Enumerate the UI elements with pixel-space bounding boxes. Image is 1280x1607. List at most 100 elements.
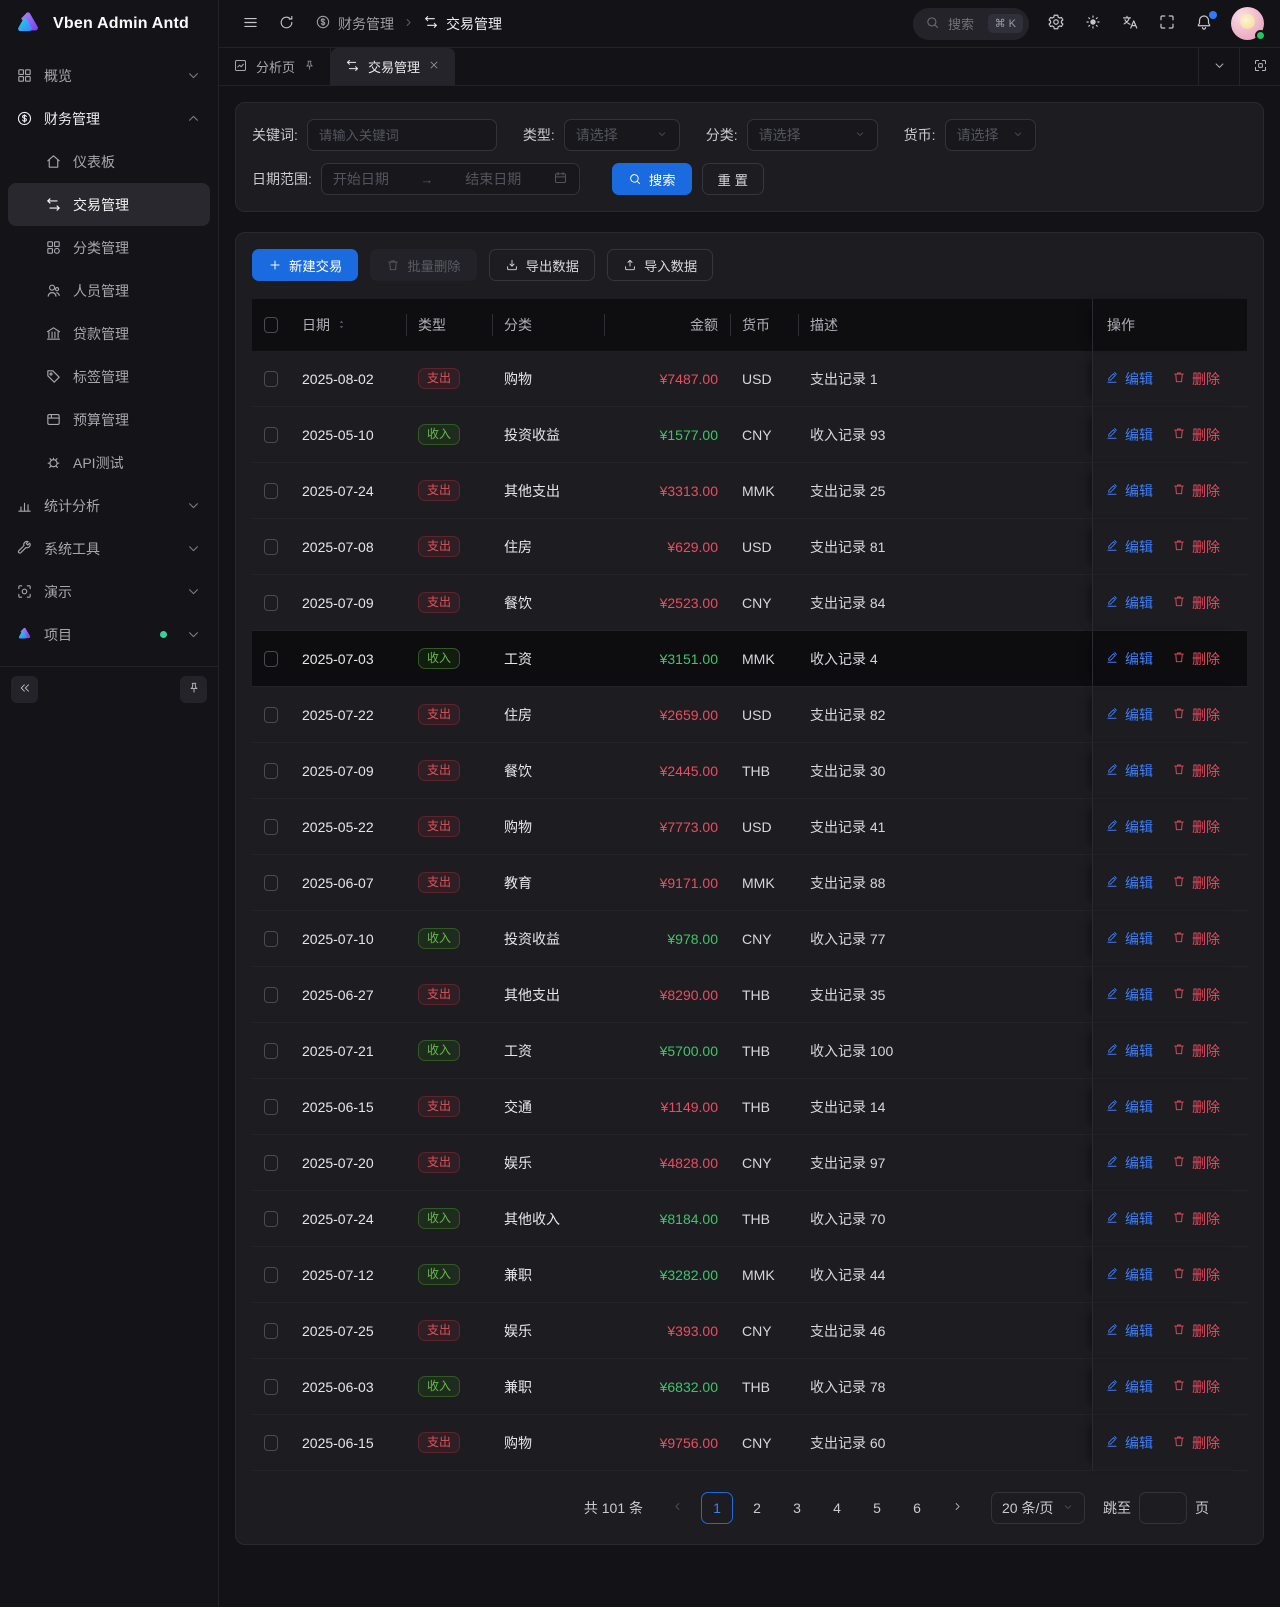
delete-button[interactable]: 删除 [1172,1321,1220,1341]
sidebar-toggle-button[interactable] [235,9,265,39]
delete-button[interactable]: 删除 [1172,369,1220,389]
delete-button[interactable]: 删除 [1172,1265,1220,1285]
table-row[interactable]: 2025-07-08支出住房¥629.00USD支出记录 81编辑删除 [252,519,1247,575]
pagination-page-2[interactable]: 2 [741,1492,773,1524]
breadcrumb-transactions[interactable]: 交易管理 [423,14,502,34]
close-icon[interactable] [428,59,440,74]
logo-row[interactable]: Vben Admin Antd [0,0,218,48]
row-checkbox[interactable] [264,539,278,555]
row-checkbox[interactable] [264,1155,278,1171]
sidebar-item-system-tools[interactable]: 系统工具 [0,527,218,570]
table-row[interactable]: 2025-07-24收入其他收入¥8184.00THB收入记录 70编辑删除 [252,1191,1247,1247]
tab-options-button[interactable] [1198,48,1239,85]
pagination-page-5[interactable]: 5 [861,1492,893,1524]
table-row[interactable]: 2025-07-09支出餐饮¥2523.00CNY支出记录 84编辑删除 [252,575,1247,631]
edit-button[interactable]: 编辑 [1105,873,1153,893]
date-range-picker[interactable]: 开始日期 → 结束日期 [321,163,580,195]
delete-button[interactable]: 删除 [1172,649,1220,669]
pagination-prev-button[interactable] [661,1492,693,1524]
edit-button[interactable]: 编辑 [1105,425,1153,445]
edit-button[interactable]: 编辑 [1105,593,1153,613]
sidebar-collapse-button[interactable] [11,676,38,703]
batch-delete-button[interactable]: 批量删除 [370,249,476,281]
page-size-select[interactable]: 20 条/页 [991,1492,1085,1524]
sidebar-item-transactions[interactable]: 交易管理 [8,183,210,226]
delete-button[interactable]: 删除 [1172,929,1220,949]
sidebar-item-finance[interactable]: 财务管理 [0,97,218,140]
row-checkbox[interactable] [264,1211,278,1227]
edit-button[interactable]: 编辑 [1105,1153,1153,1173]
tab-analytics[interactable]: 分析页 [219,48,331,85]
row-checkbox[interactable] [264,1099,278,1115]
table-row[interactable]: 2025-07-24支出其他支出¥3313.00MMK支出记录 25编辑删除 [252,463,1247,519]
sidebar-item-statistics[interactable]: 统计分析 [0,484,218,527]
edit-button[interactable]: 编辑 [1105,1433,1153,1453]
delete-button[interactable]: 删除 [1172,1209,1220,1229]
pagination-page-1[interactable]: 1 [701,1492,733,1524]
row-checkbox[interactable] [264,875,278,891]
tab-transactions[interactable]: 交易管理 [331,48,455,85]
edit-button[interactable]: 编辑 [1105,929,1153,949]
delete-button[interactable]: 删除 [1172,817,1220,837]
edit-button[interactable]: 编辑 [1105,369,1153,389]
row-checkbox[interactable] [264,1379,278,1395]
table-row[interactable]: 2025-05-10收入投资收益¥1577.00CNY收入记录 93编辑删除 [252,407,1247,463]
row-checkbox[interactable] [264,1267,278,1283]
table-row[interactable]: 2025-07-22支出住房¥2659.00USD支出记录 82编辑删除 [252,687,1247,743]
edit-button[interactable]: 编辑 [1105,1377,1153,1397]
row-checkbox[interactable] [264,931,278,947]
global-search[interactable]: 搜索 ⌘ K [913,8,1029,40]
row-checkbox[interactable] [264,651,278,667]
table-row[interactable]: 2025-06-15支出购物¥9756.00CNY支出记录 60编辑删除 [252,1415,1247,1471]
row-checkbox[interactable] [264,1323,278,1339]
delete-button[interactable]: 删除 [1172,1041,1220,1061]
table-row[interactable]: 2025-05-22支出购物¥7773.00USD支出记录 41编辑删除 [252,799,1247,855]
edit-button[interactable]: 编辑 [1105,705,1153,725]
sidebar-item-categories[interactable]: 分类管理 [0,226,218,269]
row-checkbox[interactable] [264,707,278,723]
page-jump-input[interactable] [1139,1492,1187,1524]
table-row[interactable]: 2025-07-09支出餐饮¥2445.00THB支出记录 30编辑删除 [252,743,1247,799]
delete-button[interactable]: 删除 [1172,537,1220,557]
currency-select[interactable]: 请选择 [945,119,1036,151]
pagination-page-6[interactable]: 6 [901,1492,933,1524]
delete-button[interactable]: 删除 [1172,481,1220,501]
sidebar-pin-button[interactable] [180,676,207,703]
pin-icon[interactable] [303,59,316,75]
sidebar-item-personnel[interactable]: 人员管理 [0,269,218,312]
sort-icon[interactable] [336,317,347,333]
keyword-input[interactable] [307,119,497,151]
row-checkbox[interactable] [264,371,278,387]
delete-button[interactable]: 删除 [1172,1097,1220,1117]
table-row[interactable]: 2025-07-12收入兼职¥3282.00MMK收入记录 44编辑删除 [252,1247,1247,1303]
edit-button[interactable]: 编辑 [1105,817,1153,837]
sidebar-item-projects[interactable]: 项目 [0,613,218,656]
row-checkbox[interactable] [264,1043,278,1059]
table-row[interactable]: 2025-07-21收入工资¥5700.00THB收入记录 100编辑删除 [252,1023,1247,1079]
reset-button[interactable]: 重 置 [702,163,764,195]
delete-button[interactable]: 删除 [1172,761,1220,781]
edit-button[interactable]: 编辑 [1105,481,1153,501]
row-checkbox[interactable] [264,987,278,1003]
pagination-page-3[interactable]: 3 [781,1492,813,1524]
edit-button[interactable]: 编辑 [1105,761,1153,781]
table-row[interactable]: 2025-06-07支出教育¥9171.00MMK支出记录 88编辑删除 [252,855,1247,911]
export-data-button[interactable]: 导出数据 [489,249,595,281]
table-row[interactable]: 2025-06-15支出交通¥1149.00THB支出记录 14编辑删除 [252,1079,1247,1135]
search-button[interactable]: 搜索 [612,163,692,195]
sidebar-item-api-test[interactable]: API测试 [0,441,218,484]
pagination-next-button[interactable] [941,1492,973,1524]
pagination-page-4[interactable]: 4 [821,1492,853,1524]
row-checkbox[interactable] [264,763,278,779]
category-select[interactable]: 请选择 [747,119,878,151]
sidebar-item-budget[interactable]: 预算管理 [0,398,218,441]
create-transaction-button[interactable]: 新建交易 [252,249,358,281]
edit-button[interactable]: 编辑 [1105,537,1153,557]
breadcrumb-finance[interactable]: 财务管理 [315,14,394,34]
edit-button[interactable]: 编辑 [1105,985,1153,1005]
content-maximize-button[interactable] [1239,48,1280,85]
table-row[interactable]: 2025-08-02支出购物¥7487.00USD支出记录 1编辑删除 [252,351,1247,407]
row-checkbox[interactable] [264,1435,278,1451]
sidebar-item-dashboard[interactable]: 仪表板 [0,140,218,183]
row-checkbox[interactable] [264,427,278,443]
